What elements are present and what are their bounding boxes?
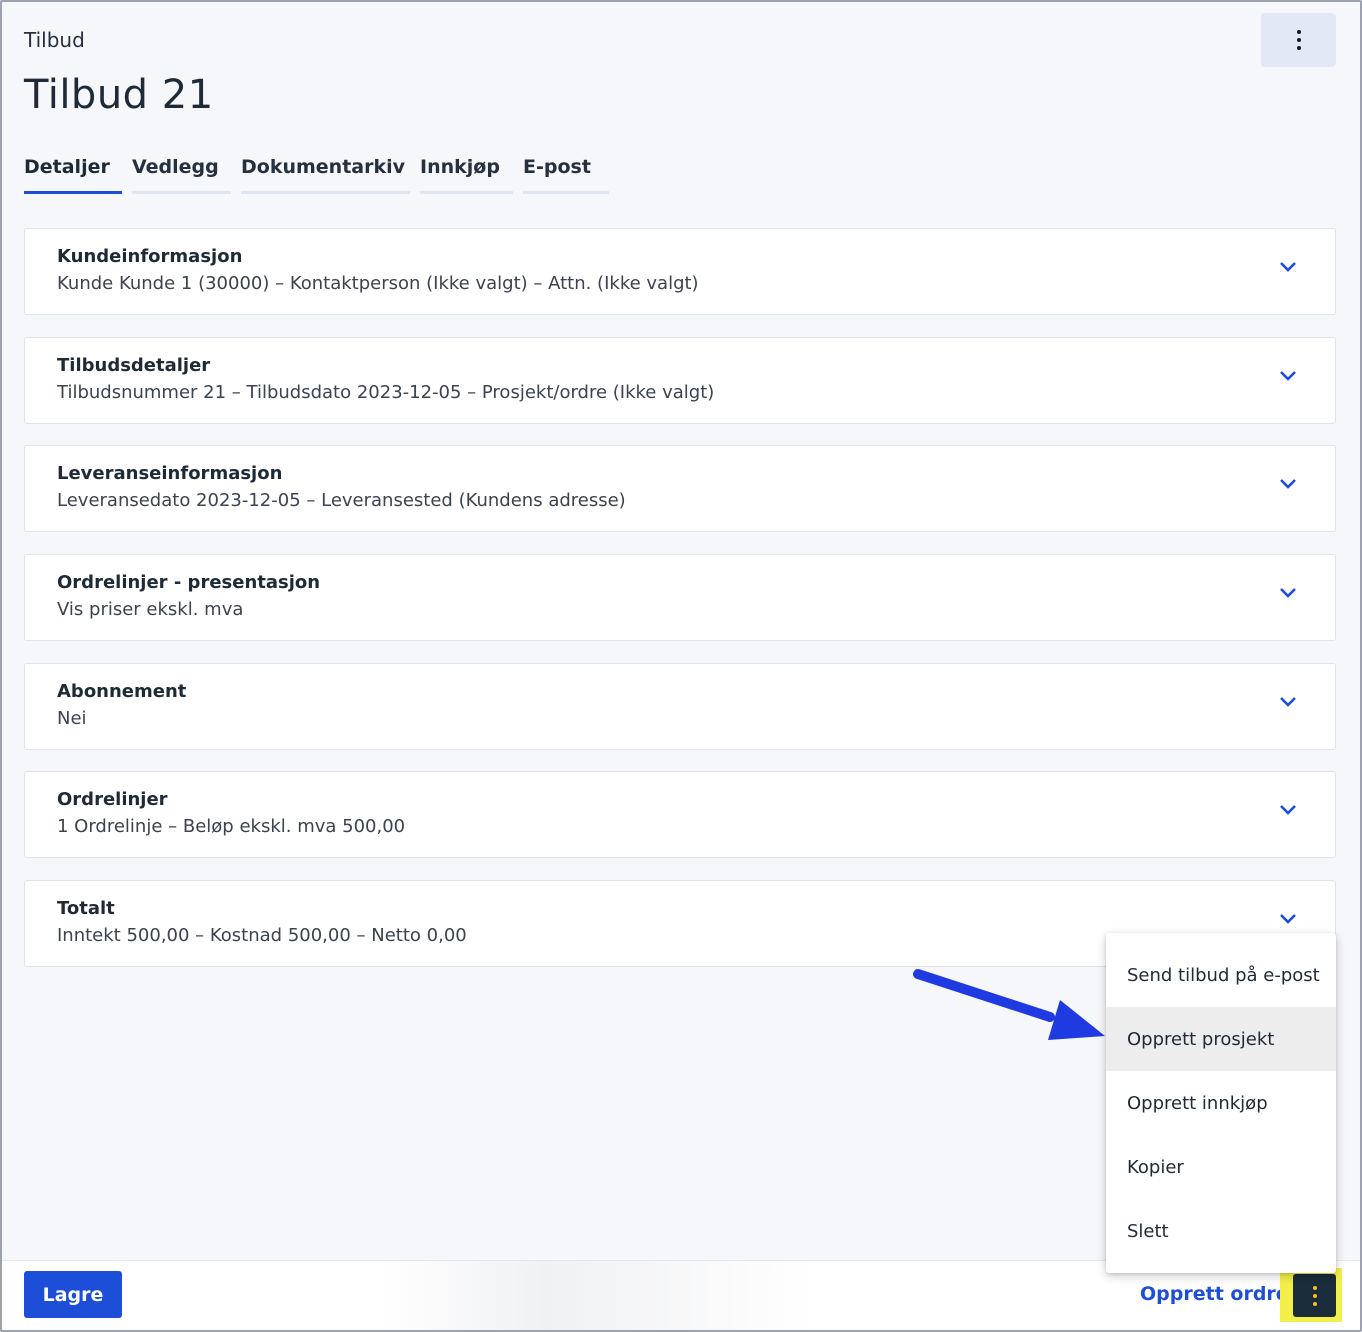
chevron-down-icon[interactable]: [1278, 800, 1298, 820]
section-title: Leveranseinformasjon: [57, 463, 283, 484]
create-order-link[interactable]: Opprett ordre: [1140, 1283, 1289, 1305]
page-title: Tilbud 21: [24, 72, 214, 118]
section-title: Totalt: [57, 898, 115, 919]
actions-dropdown-menu: Send tilbud på e-post Opprett prosjekt O…: [1106, 933, 1336, 1273]
section-leveranseinformasjon[interactable]: Leveranseinformasjon Leveransedato 2023-…: [24, 445, 1336, 532]
section-summary: Vis priser ekskl. mva: [57, 599, 244, 620]
more-actions-footer-button[interactable]: [1293, 1274, 1336, 1317]
menu-item-opprett-prosjekt[interactable]: Opprett prosjekt: [1106, 1007, 1336, 1071]
section-summary: 1 Ordrelinje – Beløp ekskl. mva 500,00: [57, 816, 406, 837]
tab-detaljer[interactable]: Detaljer: [24, 156, 122, 194]
tab-label: E-post: [523, 156, 591, 178]
section-summary: Inntekt 500,00 – Kostnad 500,00 – Netto …: [57, 925, 467, 946]
section-tilbudsdetaljer[interactable]: Tilbudsdetaljer Tilbudsnummer 21 – Tilbu…: [24, 337, 1336, 424]
tab-dokumentarkiv[interactable]: Dokumentarkiv: [241, 156, 410, 194]
tab-label: Vedlegg: [132, 156, 219, 178]
chevron-down-icon[interactable]: [1278, 257, 1298, 277]
more-actions-button[interactable]: [1261, 13, 1336, 67]
section-summary: Tilbudsnummer 21 – Tilbudsdato 2023-12-0…: [57, 382, 715, 403]
breadcrumb[interactable]: Tilbud: [24, 28, 85, 52]
menu-item-opprett-innkjop[interactable]: Opprett innkjøp: [1106, 1071, 1336, 1135]
tab-epost[interactable]: E-post: [523, 156, 609, 194]
tab-vedlegg[interactable]: Vedlegg: [132, 156, 231, 194]
section-abonnement[interactable]: Abonnement Nei: [24, 663, 1336, 750]
section-kundeinformasjon[interactable]: Kundeinformasjon Kunde Kunde 1 (30000) –…: [24, 228, 1336, 315]
chevron-down-icon[interactable]: [1278, 474, 1298, 494]
tab-innkjop[interactable]: Innkjøp: [420, 156, 513, 194]
section-title: Ordrelinjer: [57, 789, 168, 810]
section-summary: Kunde Kunde 1 (30000) – Kontaktperson (I…: [57, 273, 699, 294]
section-ordrelinjer[interactable]: Ordrelinjer 1 Ordrelinje – Beløp ekskl. …: [24, 771, 1336, 858]
kebab-vertical-icon: [1296, 30, 1301, 50]
section-ordrelinjer-presentasjon[interactable]: Ordrelinjer - presentasjon Vis priser ek…: [24, 554, 1336, 641]
tab-label: Innkjøp: [420, 156, 500, 178]
section-title: Ordrelinjer - presentasjon: [57, 572, 321, 593]
chevron-down-icon[interactable]: [1278, 909, 1298, 929]
section-summary: Leveransedato 2023-12-05 – Leveransested…: [57, 490, 626, 511]
section-summary: Nei: [57, 708, 87, 729]
kebab-vertical-icon: [1312, 1285, 1317, 1306]
menu-item-send-tilbud-epost[interactable]: Send tilbud på e-post: [1106, 943, 1336, 1007]
chevron-down-icon[interactable]: [1278, 366, 1298, 386]
tab-label: Detaljer: [24, 156, 110, 178]
tab-bar: Detaljer Vedlegg Dokumentarkiv Innkjøp E…: [24, 156, 609, 194]
section-title: Tilbudsdetaljer: [57, 355, 211, 376]
save-button[interactable]: Lagre: [24, 1271, 122, 1318]
menu-item-kopier[interactable]: Kopier: [1106, 1135, 1336, 1199]
tab-label: Dokumentarkiv: [241, 156, 406, 178]
chevron-down-icon[interactable]: [1278, 583, 1298, 603]
section-title: Abonnement: [57, 681, 187, 702]
menu-item-slett[interactable]: Slett: [1106, 1199, 1336, 1263]
section-title: Kundeinformasjon: [57, 246, 243, 267]
arrow-icon: [913, 969, 1105, 1040]
chevron-down-icon[interactable]: [1278, 692, 1298, 712]
